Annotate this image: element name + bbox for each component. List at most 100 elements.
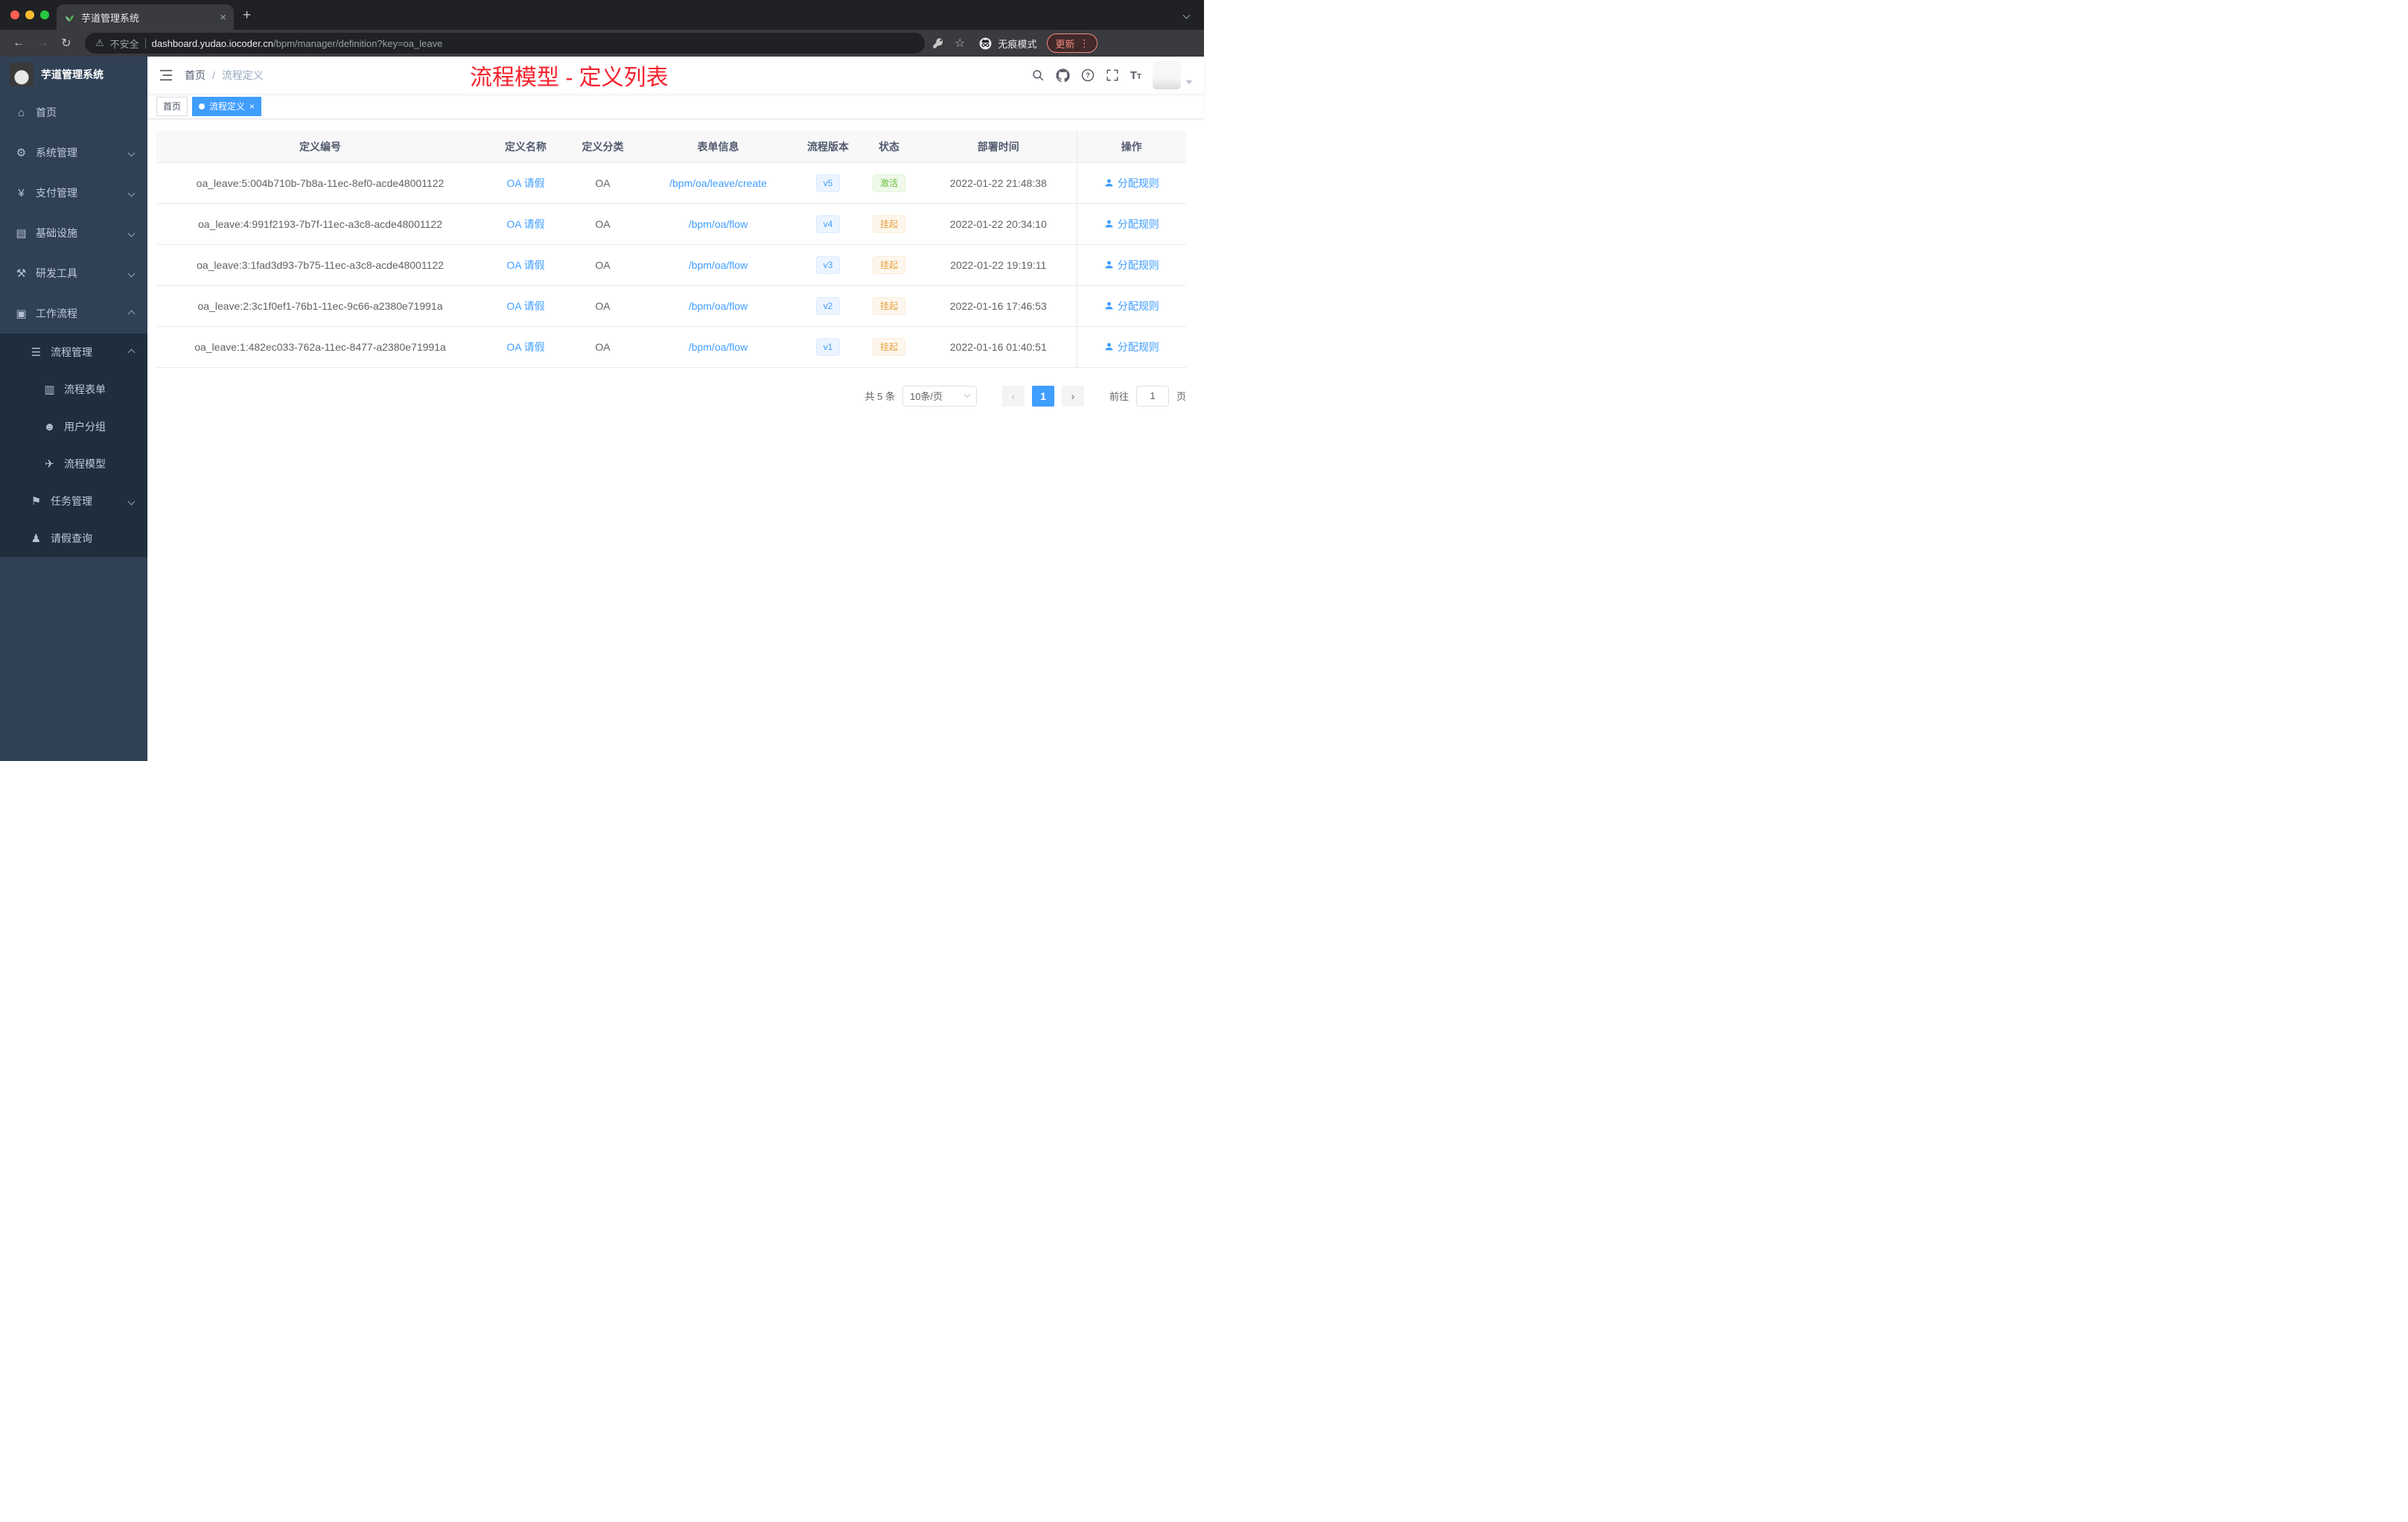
- form-link[interactable]: /bpm/oa/flow: [689, 341, 748, 353]
- definition-name-link[interactable]: OA 请假: [506, 177, 544, 189]
- password-key-icon[interactable]: [929, 37, 947, 49]
- reload-button[interactable]: ↻: [57, 34, 76, 53]
- cell-status: 挂起: [858, 244, 920, 286]
- process-list-icon: ☰: [31, 346, 42, 359]
- col-actions: 操作: [1076, 131, 1186, 163]
- tab-close-icon[interactable]: ×: [220, 11, 226, 24]
- avatar-caret-icon[interactable]: [1186, 80, 1192, 84]
- breadcrumb-home[interactable]: 首页: [185, 68, 206, 83]
- next-page-button[interactable]: ›: [1061, 385, 1084, 407]
- definition-name-link[interactable]: OA 请假: [506, 341, 544, 353]
- maximize-window-button[interactable]: [40, 10, 49, 19]
- sidebar-item-4[interactable]: ▤ 基础设施: [0, 213, 147, 253]
- tag-close-icon[interactable]: ×: [249, 101, 255, 112]
- avatar[interactable]: [1153, 61, 1181, 89]
- goto-page-input[interactable]: [1135, 385, 1169, 407]
- assign-rule-link[interactable]: 分配规则: [1104, 258, 1159, 273]
- breadcrumb: 首页 / 流程定义: [185, 68, 264, 83]
- cell-category: OA: [567, 203, 638, 245]
- definition-name-link[interactable]: OA 请假: [506, 300, 544, 312]
- definition-name-link[interactable]: OA 请假: [506, 218, 544, 230]
- github-icon[interactable]: [1056, 68, 1070, 83]
- chevron-down-icon: [963, 391, 971, 398]
- table-row: oa_leave:2:3c1f0ef1-76b1-11ec-9c66-a2380…: [156, 285, 1186, 327]
- tag-current[interactable]: 流程定义 ×: [192, 96, 262, 116]
- minimize-window-button[interactable]: [25, 10, 34, 19]
- close-window-button[interactable]: [10, 10, 19, 19]
- cell-definition-name: OA 请假: [484, 203, 567, 245]
- chrome-update-button[interactable]: 更新 ⋮: [1047, 34, 1098, 53]
- sidebar-item-2[interactable]: ⚙ 系统管理: [0, 133, 147, 173]
- menu-dots-icon: ⋮: [1079, 36, 1090, 49]
- hamburger-icon[interactable]: [159, 69, 173, 81]
- browser-toolbar: ← → ↻ ⚠ 不安全 dashboard.yudao.iocoder.cn/b…: [0, 30, 1204, 57]
- table-header-row: 定义编号 定义名称 定义分类 表单信息 流程版本 状态 部署时间 操作: [156, 131, 1186, 163]
- chevron-down-icon: [127, 497, 136, 505]
- font-size-icon[interactable]: TT: [1130, 69, 1141, 82]
- page-1-button[interactable]: 1: [1031, 385, 1054, 407]
- cell-definition-id: oa_leave:2:3c1f0ef1-76b1-11ec-9c66-a2380…: [156, 285, 484, 327]
- cell-category: OA: [567, 326, 638, 368]
- cell-form-info: /bpm/oa/flow: [638, 244, 798, 286]
- new-tab-button[interactable]: +: [234, 7, 260, 30]
- help-icon[interactable]: ?: [1081, 69, 1095, 82]
- workflow-icon: ▣: [16, 308, 27, 320]
- cell-version: v4: [798, 203, 858, 245]
- sidebar-item-12[interactable]: ♟ 请假查询: [0, 520, 147, 557]
- forward-button[interactable]: →: [33, 34, 52, 53]
- definition-name-link[interactable]: OA 请假: [506, 259, 544, 271]
- tab-search-chevron-icon[interactable]: [1182, 11, 1191, 19]
- tag-home[interactable]: 首页: [156, 96, 188, 116]
- sidebar-logo: 芋道管理系统: [0, 57, 147, 92]
- assign-rule-link[interactable]: 分配规则: [1104, 340, 1159, 354]
- browser-tab[interactable]: 芋道管理系统 ×: [57, 4, 234, 30]
- bookmark-star-icon[interactable]: ☆: [952, 36, 968, 51]
- yen-icon: ¥: [18, 186, 25, 200]
- form-link[interactable]: /bpm/oa/flow: [689, 218, 748, 230]
- form-link[interactable]: /bpm/oa/flow: [689, 300, 748, 312]
- address-bar[interactable]: ⚠ 不安全 dashboard.yudao.iocoder.cn/bpm/man…: [85, 33, 925, 54]
- main-area: 首页 / 流程定义 流程模型 - 定义列表 ? TT 首页 流程定义 × 定义编…: [147, 57, 1204, 761]
- back-button[interactable]: ←: [9, 34, 28, 53]
- cell-category: OA: [567, 162, 638, 204]
- version-badge: v2: [815, 296, 841, 315]
- assign-rule-link[interactable]: 分配规则: [1104, 176, 1159, 191]
- page-size-select[interactable]: 10条/页: [902, 385, 977, 407]
- sidebar-item-1[interactable]: ⌂ 首页: [0, 92, 147, 133]
- chevron-down-icon: [127, 270, 136, 277]
- incognito-icon: [979, 37, 992, 49]
- cell-form-info: /bpm/oa/leave/create: [638, 162, 798, 204]
- assign-rule-link[interactable]: 分配规则: [1104, 217, 1159, 232]
- sidebar-item-6[interactable]: ▣ 工作流程: [0, 293, 147, 334]
- form-icon: ▥: [44, 383, 55, 396]
- user-group-icon: ☻: [43, 420, 56, 433]
- assign-rule-link[interactable]: 分配规则: [1104, 299, 1159, 313]
- sidebar-item-11[interactable]: ⚑ 任务管理: [0, 483, 147, 520]
- sidebar-item-7[interactable]: ☰ 流程管理: [0, 334, 147, 371]
- form-link[interactable]: /bpm/oa/leave/create: [669, 177, 767, 189]
- incognito-badge: 无痕模式: [978, 36, 1036, 51]
- search-icon[interactable]: [1031, 69, 1045, 82]
- cell-category: OA: [567, 285, 638, 327]
- prev-page-button[interactable]: ‹: [1001, 385, 1025, 407]
- sidebar-item-9[interactable]: ☻ 用户分组: [0, 408, 147, 445]
- tab-title: 芋道管理系统: [81, 12, 140, 24]
- status-badge: 挂起: [872, 296, 905, 315]
- sidebar-item-3[interactable]: ¥ 支付管理: [0, 173, 147, 213]
- status-badge: 挂起: [872, 255, 905, 274]
- sidebar-item-label: 支付管理: [36, 187, 77, 199]
- paper-plane-icon: ✈: [45, 458, 54, 471]
- form-link[interactable]: /bpm/oa/flow: [689, 259, 748, 271]
- sidebar-item-10[interactable]: ✈ 流程模型: [0, 445, 147, 483]
- sidebar-item-5[interactable]: ⚒ 研发工具: [0, 253, 147, 293]
- goto-label: 前往: [1109, 391, 1129, 402]
- sidebar-item-8[interactable]: ▥ 流程表单: [0, 371, 147, 408]
- fullscreen-icon[interactable]: [1106, 69, 1119, 82]
- col-form-info: 表单信息: [638, 131, 798, 163]
- cell-version: v1: [798, 326, 858, 368]
- home-icon: ⌂: [17, 106, 25, 119]
- sidebar-item-label: 研发工具: [36, 267, 77, 279]
- breadcrumb-separator: /: [212, 69, 215, 81]
- cell-definition-name: OA 请假: [484, 244, 567, 286]
- tags-view-bar: 首页 流程定义 ×: [147, 94, 1204, 119]
